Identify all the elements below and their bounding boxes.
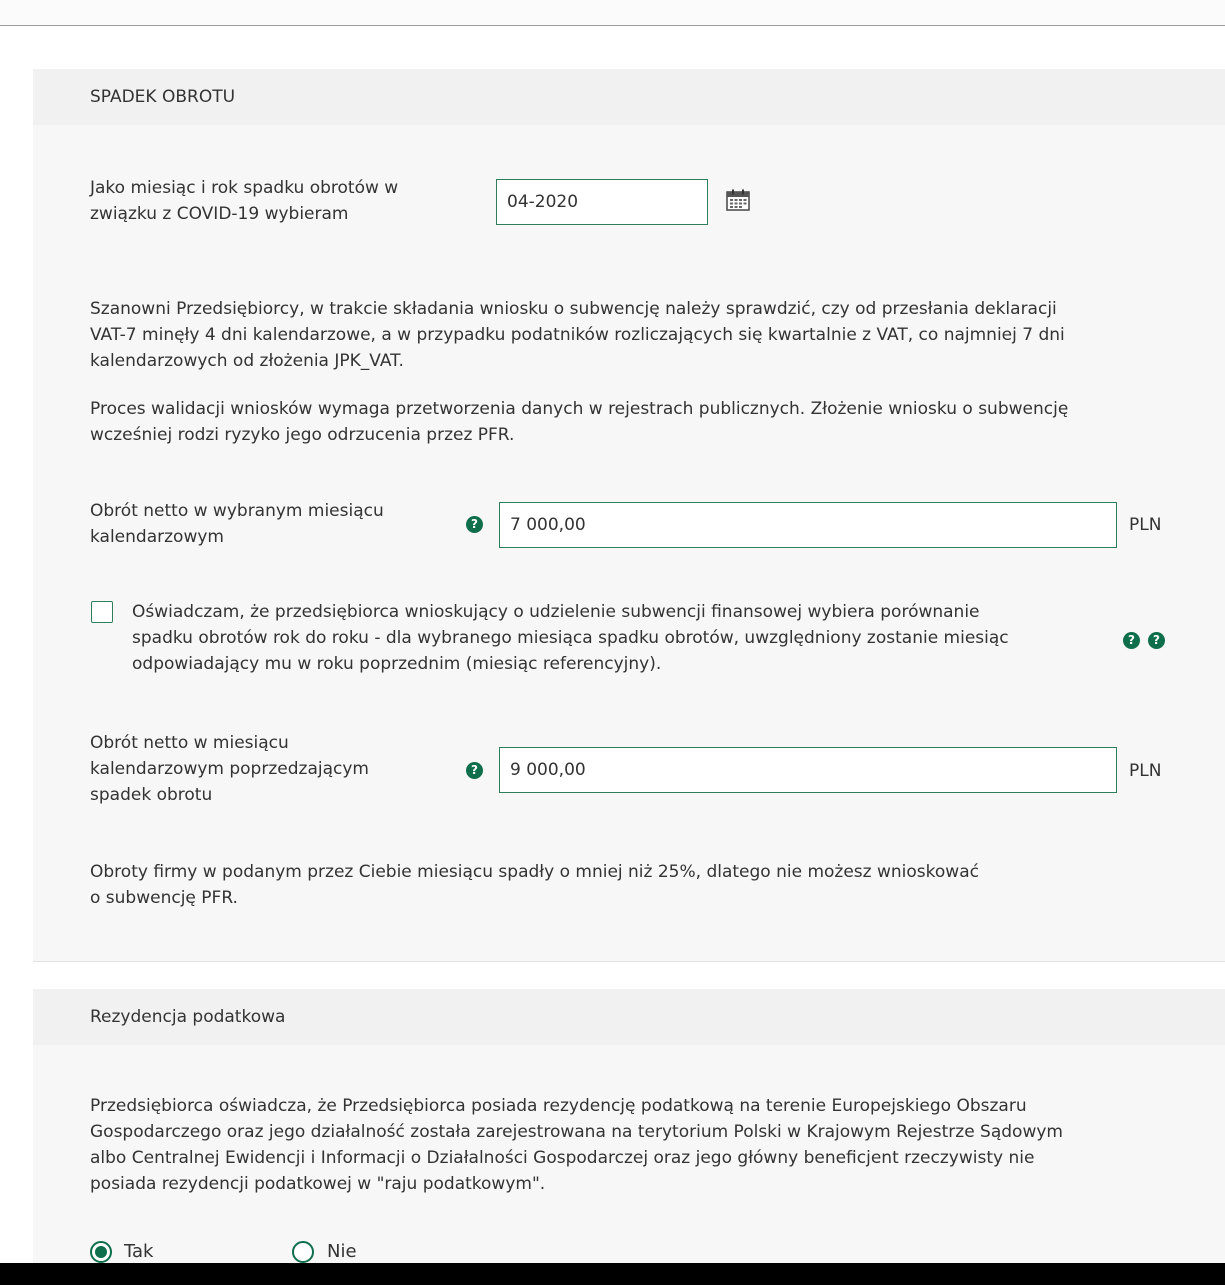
- turnover-label: Obrót netto w wybranym miesiącu kalendar…: [90, 501, 384, 547]
- top-band: [0, 0, 1225, 25]
- yoy-comparison-checkbox[interactable]: [91, 601, 113, 623]
- checkbox-label: Oświadczam, że przedsiębiorca wnioskując…: [132, 602, 1009, 674]
- help-icon[interactable]: ?: [1148, 632, 1165, 649]
- result-message: Obroty firmy w podanym przez Ciebie mies…: [90, 862, 979, 908]
- calendar-icon[interactable]: [726, 189, 750, 211]
- validation-info-paragraph: Proces walidacji wniosków wymaga przetwo…: [90, 399, 1069, 445]
- prev-turnover-input[interactable]: 9 000,00: [499, 747, 1117, 793]
- help-icon[interactable]: ?: [466, 516, 483, 533]
- turnover-drop-panel: SPADEK OBROTU Jako miesiąc i rok spadku …: [33, 69, 1225, 961]
- section-title: Rezydencja podatkowa: [90, 1007, 286, 1027]
- top-divider: [0, 25, 1225, 26]
- month-input[interactable]: 04-2020: [496, 179, 708, 225]
- month-label: Jako miesiąc i rok spadku obrotów w zwią…: [90, 178, 399, 224]
- section-divider: [33, 961, 1225, 962]
- prev-turnover-label: Obrót netto w miesiącu kalendarzowym pop…: [90, 733, 369, 805]
- radio-no-label[interactable]: Nie: [327, 1241, 357, 1262]
- help-icon[interactable]: ?: [466, 762, 483, 779]
- residency-paragraph: Przedsiębiorca oświadcza, że Przedsiębio…: [90, 1096, 1063, 1194]
- currency-label: PLN: [1129, 515, 1162, 535]
- radio-yes-label[interactable]: Tak: [124, 1241, 153, 1262]
- currency-label: PLN: [1129, 761, 1162, 781]
- radio-no[interactable]: [292, 1241, 314, 1263]
- section-header: SPADEK OBROTU: [33, 69, 1225, 125]
- section-title: SPADEK OBROTU: [90, 87, 236, 107]
- tax-residency-panel: Rezydencja podatkowa Przedsiębiorca oświ…: [33, 989, 1225, 1285]
- vat-info-paragraph: Szanowni Przedsiębiorcy, w trakcie skład…: [90, 299, 1065, 371]
- turnover-input[interactable]: 7 000,00: [499, 502, 1117, 548]
- bottom-bar: [0, 1263, 1225, 1285]
- section-header: Rezydencja podatkowa: [33, 989, 1225, 1045]
- help-icon[interactable]: ?: [1123, 632, 1140, 649]
- radio-yes[interactable]: [90, 1241, 112, 1263]
